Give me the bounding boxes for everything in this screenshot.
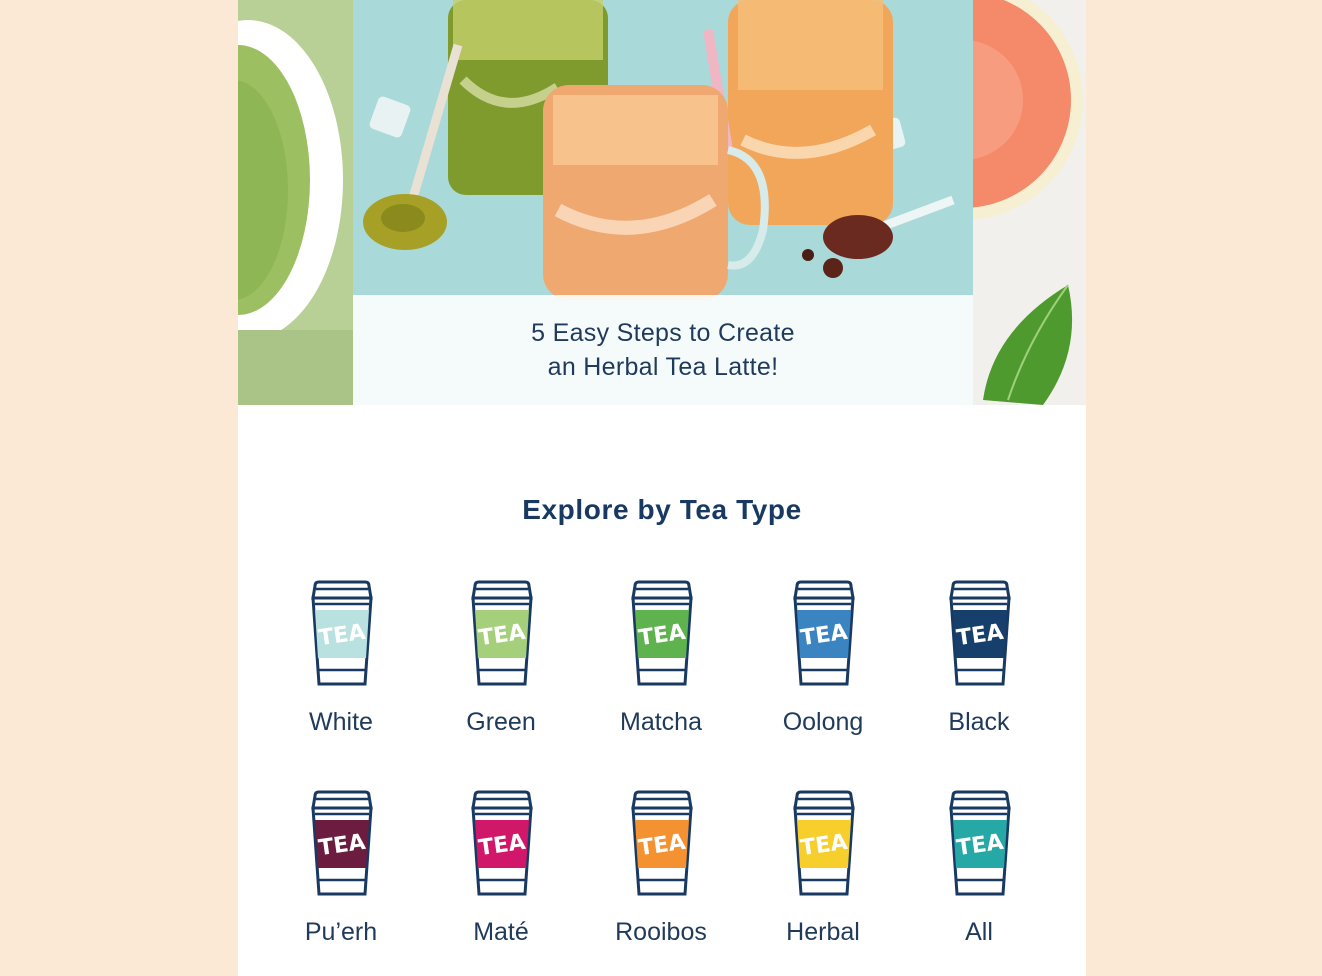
section-title: Explore by Tea Type (522, 494, 802, 525)
matcha-bowl-image (238, 0, 353, 405)
tea-type-grid: TEA White TEA Green TEA Matcha TEA Oolong TEA Bla… (238, 580, 1086, 960)
tea-type-label: All (965, 918, 993, 946)
tea-type-label: Pu’erh (304, 918, 378, 946)
tea-type-label: White (309, 708, 373, 736)
tea-type-label: Oolong (782, 708, 864, 736)
tea-cup-icon: TEA (793, 790, 855, 896)
tea-cup-icon: TEA (631, 580, 693, 686)
carousel-slide-previous[interactable] (238, 0, 353, 405)
tea-type-all[interactable]: TEA All (909, 790, 1049, 960)
tea-type-herbal[interactable]: TEA Herbal (753, 790, 893, 960)
featured-carousel[interactable]: 5 Easy Steps to Create an Herbal Tea Lat… (238, 0, 1086, 405)
tea-cup-icon: TEA (471, 580, 533, 686)
grapefruit-image (973, 0, 1086, 405)
tea-type-label: Matcha (620, 708, 702, 736)
tea-type-mat[interactable]: TEA Maté (431, 790, 571, 960)
caption-line-1: 5 Easy Steps to Create (531, 319, 795, 347)
tea-cup-icon: TEA (631, 790, 693, 896)
caption-line-2: an Herbal Tea Latte! (547, 353, 779, 381)
tea-type-puerh[interactable]: TEA Pu’erh (271, 790, 411, 960)
tea-type-matcha[interactable]: TEA Matcha (591, 580, 731, 750)
tea-type-white[interactable]: TEA White (271, 580, 411, 750)
tea-type-label: Green (466, 708, 536, 736)
app-screen: 5 Easy Steps to Create an Herbal Tea Lat… (238, 0, 1086, 976)
tea-cup-icon: TEA (471, 790, 533, 896)
tea-type-rooibos[interactable]: TEA Rooibos (591, 790, 731, 960)
tea-cup-icon: TEA (949, 790, 1011, 896)
tea-type-black[interactable]: TEA Black (909, 580, 1049, 750)
tea-cup-icon: TEA (949, 580, 1011, 686)
tea-cup-icon: TEA (311, 790, 373, 896)
carousel-slide-next[interactable] (973, 0, 1086, 405)
carousel-caption[interactable]: 5 Easy Steps to Create an Herbal Tea Lat… (353, 295, 973, 405)
tea-type-label: Black (948, 708, 1010, 736)
tea-type-oolong[interactable]: TEA Oolong (753, 580, 893, 750)
tea-type-label: Rooibos (615, 918, 707, 946)
tea-type-label: Herbal (786, 918, 860, 946)
tea-type-green[interactable]: TEA Green (431, 580, 571, 750)
tea-type-label: Maté (473, 918, 529, 946)
tea-cup-icon: TEA (793, 580, 855, 686)
carousel-slide-current[interactable]: 5 Easy Steps to Create an Herbal Tea Lat… (353, 0, 973, 405)
tea-cup-icon: TEA (311, 580, 373, 686)
